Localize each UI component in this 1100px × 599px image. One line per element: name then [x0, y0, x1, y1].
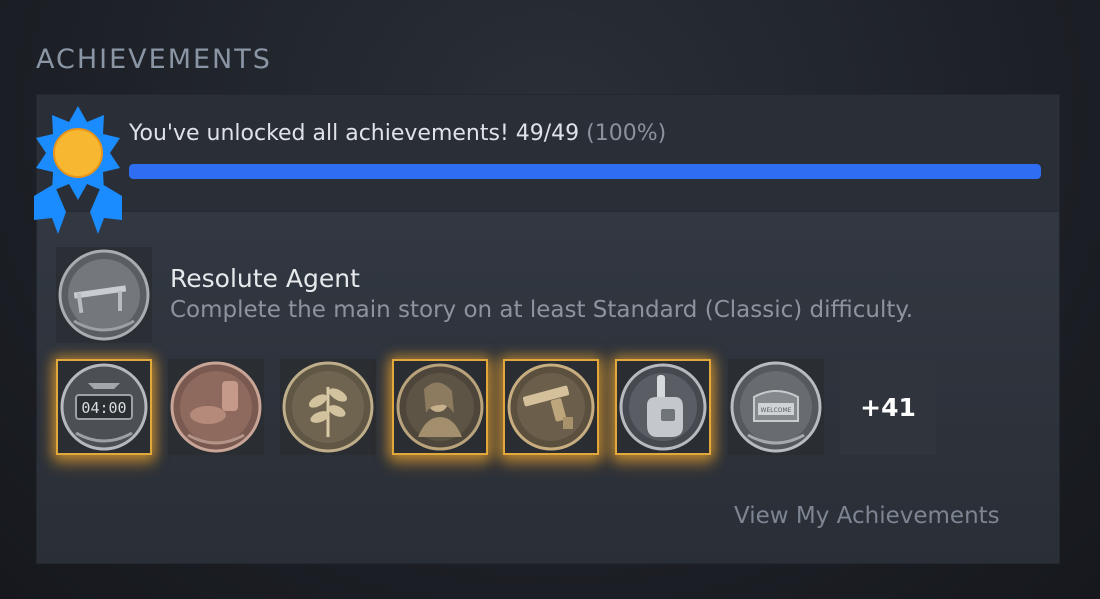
timer-clock-text: 04:00 — [81, 399, 126, 417]
herb-achievement-icon[interactable] — [280, 359, 376, 455]
featured-achievement-description: Complete the main story on at least Stan… — [170, 297, 914, 323]
more-achievements-count[interactable]: +41 — [840, 359, 936, 455]
ammo-achievement-icon[interactable] — [168, 359, 264, 455]
knife-achievement-icon[interactable] — [56, 247, 152, 343]
unlock-count-text: You've unlocked all achievements! 49/49 — [129, 121, 580, 146]
progress-bar-fill — [129, 164, 1041, 179]
achievements-panel: You've unlocked all achievements! 49/49 … — [36, 94, 1060, 564]
view-my-achievements-link[interactable]: View My Achievements — [734, 503, 1000, 529]
character-achievement-icon[interactable] — [392, 359, 488, 455]
medal-ribbon-icon — [24, 100, 132, 240]
section-title: ACHIEVEMENTS — [36, 44, 272, 75]
timer-achievement-icon[interactable]: 04:00 — [56, 359, 152, 455]
unlock-percent-text: (100%) — [586, 121, 667, 146]
progress-bar — [129, 164, 1041, 179]
unlock-summary: You've unlocked all achievements! 49/49 … — [37, 95, 1059, 212]
unlock-summary-text: You've unlocked all achievements! 49/49 … — [129, 121, 666, 146]
welcome-sign-text: WELCOME — [761, 407, 792, 414]
welcome-sign-achievement-icon[interactable]: WELCOME — [728, 359, 824, 455]
handgun-achievement-icon[interactable] — [503, 359, 599, 455]
hand-device-achievement-icon[interactable] — [615, 359, 711, 455]
featured-achievement-title: Resolute Agent — [170, 264, 360, 293]
